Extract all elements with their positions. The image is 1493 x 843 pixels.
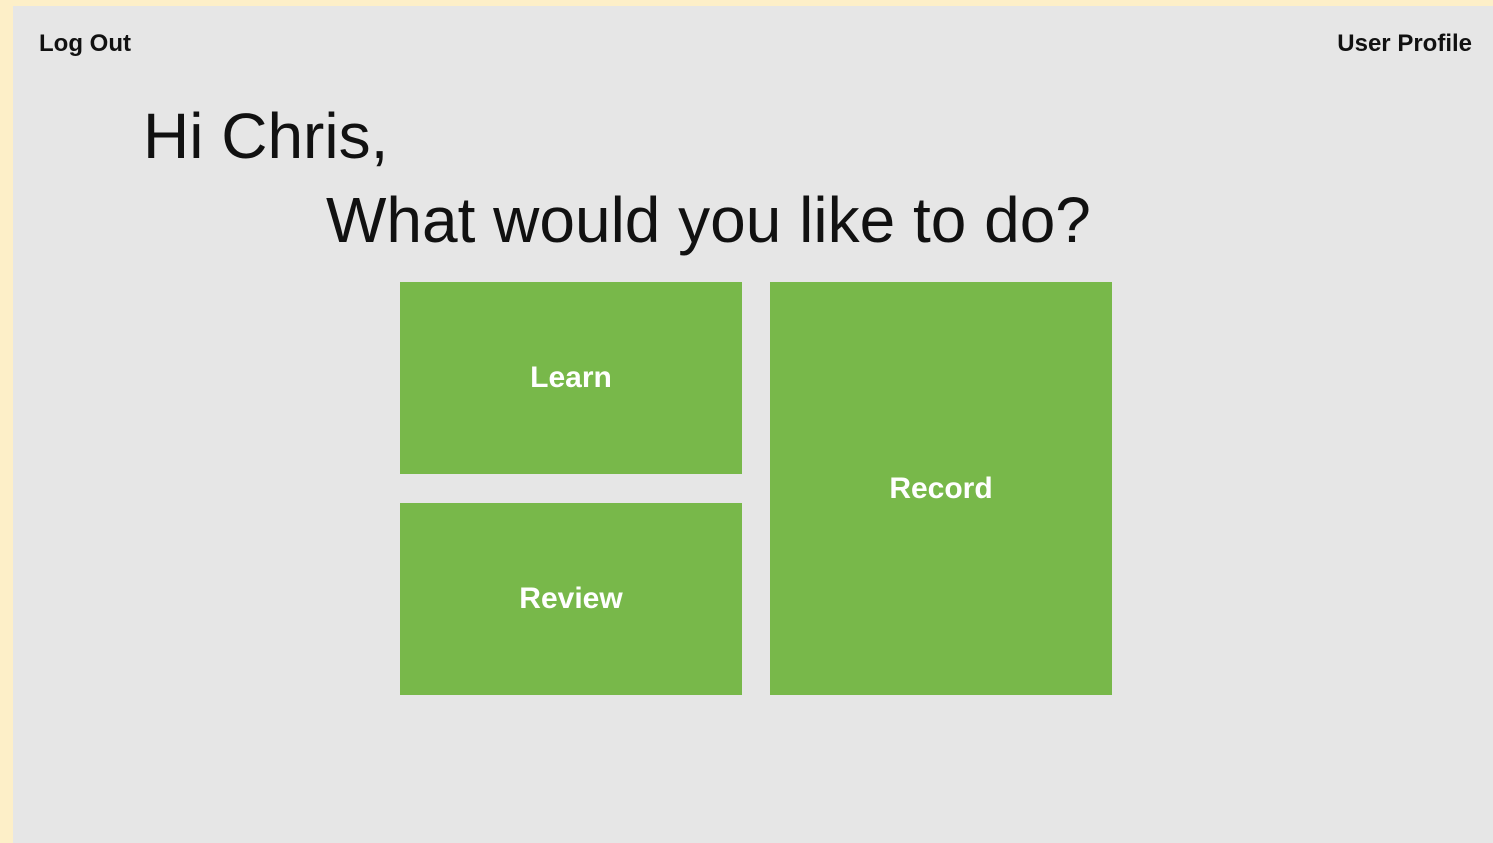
learn-tile[interactable]: Learn	[400, 282, 742, 474]
prompt-heading: What would you like to do?	[326, 184, 1091, 256]
greeting-heading: Hi Chris,	[143, 100, 389, 172]
review-tile-label: Review	[519, 582, 623, 615]
learn-tile-label: Learn	[530, 361, 612, 394]
review-tile[interactable]: Review	[400, 503, 742, 695]
record-tile[interactable]: Record	[770, 282, 1112, 695]
record-tile-label: Record	[889, 471, 993, 505]
app-window: Log Out User Profile Hi Chris, What woul…	[13, 6, 1493, 843]
logout-link[interactable]: Log Out	[39, 30, 131, 58]
user-profile-link[interactable]: User Profile	[1337, 30, 1472, 58]
